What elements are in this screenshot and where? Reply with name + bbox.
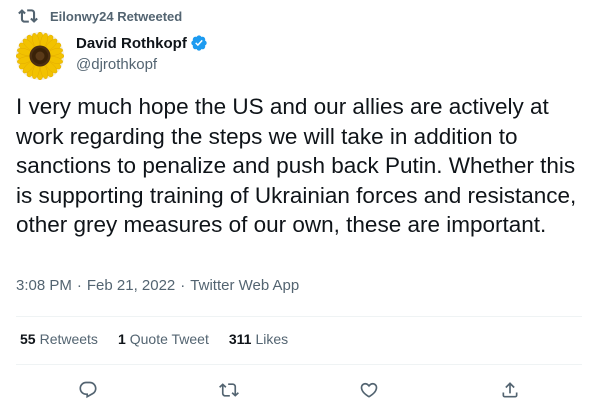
tweet-stats: 55 Retweets 1 Quote Tweet 311 Likes <box>20 331 308 347</box>
retweet-icon <box>219 383 239 397</box>
reply-icon <box>79 381 97 399</box>
sunflower-avatar-image <box>16 32 64 80</box>
retweet-banner-text: Eilonwy24 Retweeted <box>50 8 183 24</box>
quote-tweets-label: Quote Tweet <box>129 331 209 347</box>
author-block[interactable]: David Rothkopf @djrothkopf <box>76 33 208 75</box>
share-icon <box>502 382 518 398</box>
retweets-count: 55 <box>20 331 36 347</box>
action-bar <box>0 378 598 402</box>
verified-badge-icon <box>190 34 208 52</box>
meta-separator: · <box>180 277 186 294</box>
meta-separator: · <box>76 277 82 294</box>
retweet-icon <box>18 6 38 26</box>
divider <box>16 316 582 317</box>
retweet-button[interactable] <box>217 378 241 402</box>
tweet-card: Eilonwy24 Retweeted David Rothkopf @djro… <box>0 0 598 413</box>
author-handle[interactable]: @djrothkopf <box>76 55 208 75</box>
heart-icon <box>360 382 378 398</box>
likes-stat[interactable]: 311 Likes <box>229 331 288 347</box>
retweets-label: Retweets <box>39 331 98 347</box>
avatar[interactable] <box>16 32 64 80</box>
quote-tweets-stat[interactable]: 1 Quote Tweet <box>118 331 209 347</box>
reply-button[interactable] <box>76 378 100 402</box>
retweet-banner[interactable]: Eilonwy24 Retweeted <box>16 6 182 26</box>
tweet-time[interactable]: 3:08 PM <box>16 277 72 294</box>
tweet-meta: 3:08 PM · Feb 21, 2022 · Twitter Web App <box>16 277 299 294</box>
quote-tweets-count: 1 <box>117 331 126 347</box>
tweet-text: I very much hope the US and our allies a… <box>16 94 577 237</box>
retweets-stat[interactable]: 55 Retweets <box>20 331 98 347</box>
tweet-date[interactable]: Feb 21, 2022 <box>87 277 175 294</box>
author-name[interactable]: David Rothkopf <box>76 35 187 52</box>
likes-label: Likes <box>255 331 289 347</box>
divider <box>16 364 582 365</box>
like-button[interactable] <box>357 378 381 402</box>
share-button[interactable] <box>498 378 522 402</box>
likes-count: 311 <box>228 331 252 347</box>
tweet-source[interactable]: Twitter Web App <box>190 277 299 294</box>
